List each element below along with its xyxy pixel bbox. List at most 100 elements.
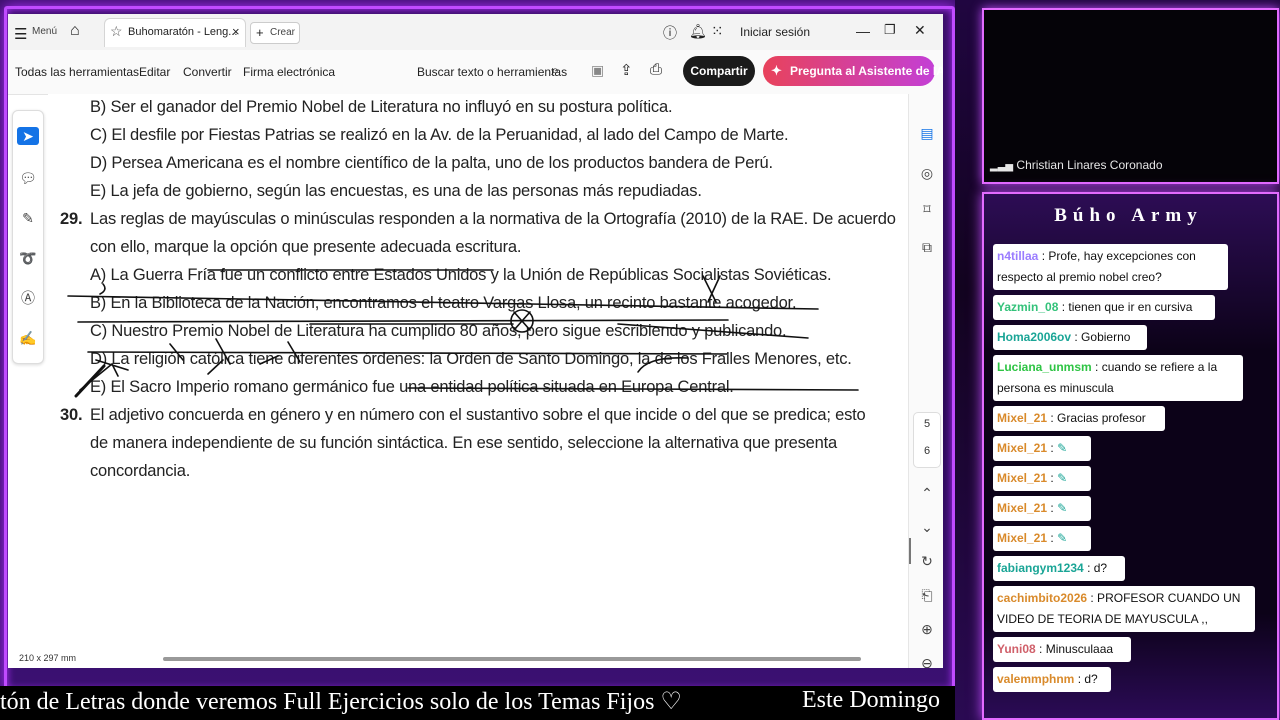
- close-tab-icon[interactable]: ×: [232, 24, 240, 39]
- chat-text: :: [1050, 531, 1054, 545]
- chat-username: Yuni08: [997, 642, 1036, 656]
- chat-message: fabiangym1234 : d?: [993, 556, 1125, 581]
- apps-grid-icon[interactable]: ⁙: [711, 22, 724, 40]
- chat-message: Yuni08 : Minusculaaa: [993, 637, 1131, 662]
- chat-message: n4tillaa : Profe, hay excepciones con re…: [993, 244, 1228, 290]
- text-box-icon[interactable]: Ⓐ: [19, 289, 37, 307]
- chat-username: Luciana_unmsm: [997, 360, 1092, 374]
- upload-icon[interactable]: ⇪: [620, 61, 633, 79]
- ticker-day: Este Domingo: [802, 687, 940, 713]
- chat-username: Mixel_21: [997, 531, 1048, 545]
- emote-icon: ✎: [1057, 501, 1068, 515]
- convert-tab[interactable]: Convertir: [183, 65, 232, 79]
- chat-message: Luciana_unmsm : cuando se refiere a la p…: [993, 355, 1243, 401]
- home-icon[interactable]: ⌂: [70, 22, 80, 40]
- total-pages: 6: [923, 445, 931, 457]
- chat-text: : d?: [1087, 561, 1108, 575]
- share-button[interactable]: Compartir: [683, 56, 755, 86]
- chat-message: Mixel_21 : ✎: [993, 526, 1091, 551]
- bookmark-icon[interactable]: ⌑: [918, 200, 936, 218]
- page-up-icon[interactable]: ⌃: [918, 484, 936, 502]
- cam-name-text: Christian Linares Coronado: [1016, 158, 1163, 172]
- chat-message: Mixel_21 : ✎: [993, 466, 1091, 491]
- help-icon[interactable]: ⓘ: [663, 23, 677, 43]
- chat-username: Yazmin_08: [997, 300, 1059, 314]
- ai-assistant-button[interactable]: ✦ Pregunta al Asistente de IA: [763, 56, 943, 86]
- emote-icon: ✎: [1057, 471, 1068, 485]
- right-tool-rail: ▤ ◎ ⌑ ⧉ 5 6 ⌃ ⌄ ↻ ⎗ ⊕ ⊖: [908, 94, 943, 668]
- comment-icon[interactable]: 💬︎: [19, 169, 37, 187]
- chat-text: : tienen que ir en cursiva: [1061, 300, 1193, 314]
- chat-username: Mixel_21: [997, 411, 1048, 425]
- restore-icon[interactable]: ❐: [884, 22, 896, 38]
- chat-username: Homa2006ov: [997, 330, 1072, 344]
- zoom-out-icon[interactable]: ⊖: [918, 654, 936, 668]
- ai-assistant-label: Pregunta al Asistente de IA: [790, 64, 943, 78]
- page-down-icon[interactable]: ⌄: [918, 518, 936, 536]
- pages-icon[interactable]: ⧉: [918, 238, 936, 256]
- signal-icon: ▂▃▅: [990, 161, 1014, 172]
- chat-title: Búho Army: [1054, 205, 1203, 226]
- chat-text: : Gobierno: [1074, 330, 1131, 344]
- zoom-in-icon[interactable]: ⊕: [918, 620, 936, 638]
- chat-message: Mixel_21 : ✎: [993, 436, 1091, 461]
- close-window-icon[interactable]: ✕: [914, 22, 926, 39]
- select-cursor-icon[interactable]: ➤: [17, 127, 39, 145]
- create-button[interactable]: + Crear: [250, 22, 300, 44]
- current-page: 5: [923, 418, 931, 430]
- chat-text: : Gracias profesor: [1050, 411, 1146, 425]
- page-indicator: 5 6: [913, 412, 941, 468]
- all-tools-tab[interactable]: Todas las herramientas: [15, 65, 139, 79]
- chat-username: valemmphnm: [997, 672, 1075, 686]
- chat-username: cachimbito2026: [997, 591, 1088, 605]
- page-size: 210 x 297 mm: [19, 653, 77, 663]
- chat-username: fabiangym1234: [997, 561, 1084, 575]
- chat-message: Mixel_21 : Gracias profesor: [993, 406, 1165, 431]
- create-label: Crear: [270, 27, 296, 38]
- cam-name: ▂▃▅ Christian Linares Coronado: [990, 158, 1163, 172]
- export-page-icon[interactable]: ⎗: [918, 586, 936, 604]
- tool-rail: ➤ 💬︎ ✎ ➰ Ⓐ ✍: [12, 110, 44, 364]
- chat-text: : Minusculaaa: [1039, 642, 1114, 656]
- save-icon[interactable]: ▣: [591, 62, 604, 79]
- signin-link[interactable]: Iniciar sesión: [740, 25, 810, 39]
- chat-message: Yazmin_08 : tienen que ir en cursiva: [993, 295, 1215, 320]
- ai-sparkle-icon: ✦: [771, 63, 782, 78]
- document-page: B) Ser el ganador del Premio Nobel de Li…: [48, 94, 908, 654]
- horizontal-scrollbar[interactable]: [163, 657, 861, 661]
- chat-username: Mixel_21: [997, 501, 1048, 515]
- menu-label[interactable]: Menú: [32, 26, 57, 37]
- pen-icon[interactable]: ✎: [19, 209, 37, 227]
- tab-title: Buhomaratón - Leng...: [128, 26, 238, 38]
- rotate-icon[interactable]: ↻: [918, 552, 936, 570]
- document-tab[interactable]: ☆ Buhomaratón - Leng... ×: [104, 18, 246, 47]
- menu-icon[interactable]: ☰: [14, 25, 27, 43]
- chat-username: n4tillaa: [997, 249, 1039, 263]
- plus-icon: +: [256, 25, 264, 40]
- chat-username: Mixel_21: [997, 441, 1048, 455]
- ink-annotations: [67, 269, 859, 398]
- chat-text: :: [1050, 501, 1054, 515]
- tab-bar: ☰ Menú ⌂ ☆ Buhomaratón - Leng... × + Cre…: [8, 14, 943, 51]
- search-tools[interactable]: Buscar texto o herramientas: [417, 65, 567, 79]
- bell-icon[interactable]: 🔔︎: [689, 23, 707, 40]
- chat-username: Mixel_21: [997, 471, 1048, 485]
- esign-tab[interactable]: Firma electrónica: [243, 65, 335, 79]
- status-bar: 210 x 297 mm: [8, 650, 908, 668]
- lasso-icon[interactable]: ➰: [19, 249, 37, 267]
- chat-message: valemmphnm : d?: [993, 667, 1111, 692]
- comments-panel-icon[interactable]: ◎: [918, 164, 936, 182]
- search-icon[interactable]: ⌕: [551, 62, 559, 79]
- edit-tab[interactable]: Editar: [139, 65, 170, 79]
- chat-text: :: [1050, 441, 1054, 455]
- stamp-icon[interactable]: ✍: [19, 329, 37, 347]
- chat-text: :: [1050, 471, 1054, 485]
- vertical-scrollbar[interactable]: [909, 538, 911, 564]
- minimize-icon[interactable]: —: [856, 23, 870, 39]
- print-icon[interactable]: ⎙: [650, 61, 662, 78]
- star-icon[interactable]: ☆: [110, 23, 123, 40]
- emote-icon: ✎: [1057, 441, 1068, 455]
- ticker-text: tón de Letras donde veremos Full Ejercic…: [0, 689, 682, 715]
- ai-summary-icon[interactable]: ▤: [918, 124, 936, 142]
- emote-icon: ✎: [1057, 531, 1068, 545]
